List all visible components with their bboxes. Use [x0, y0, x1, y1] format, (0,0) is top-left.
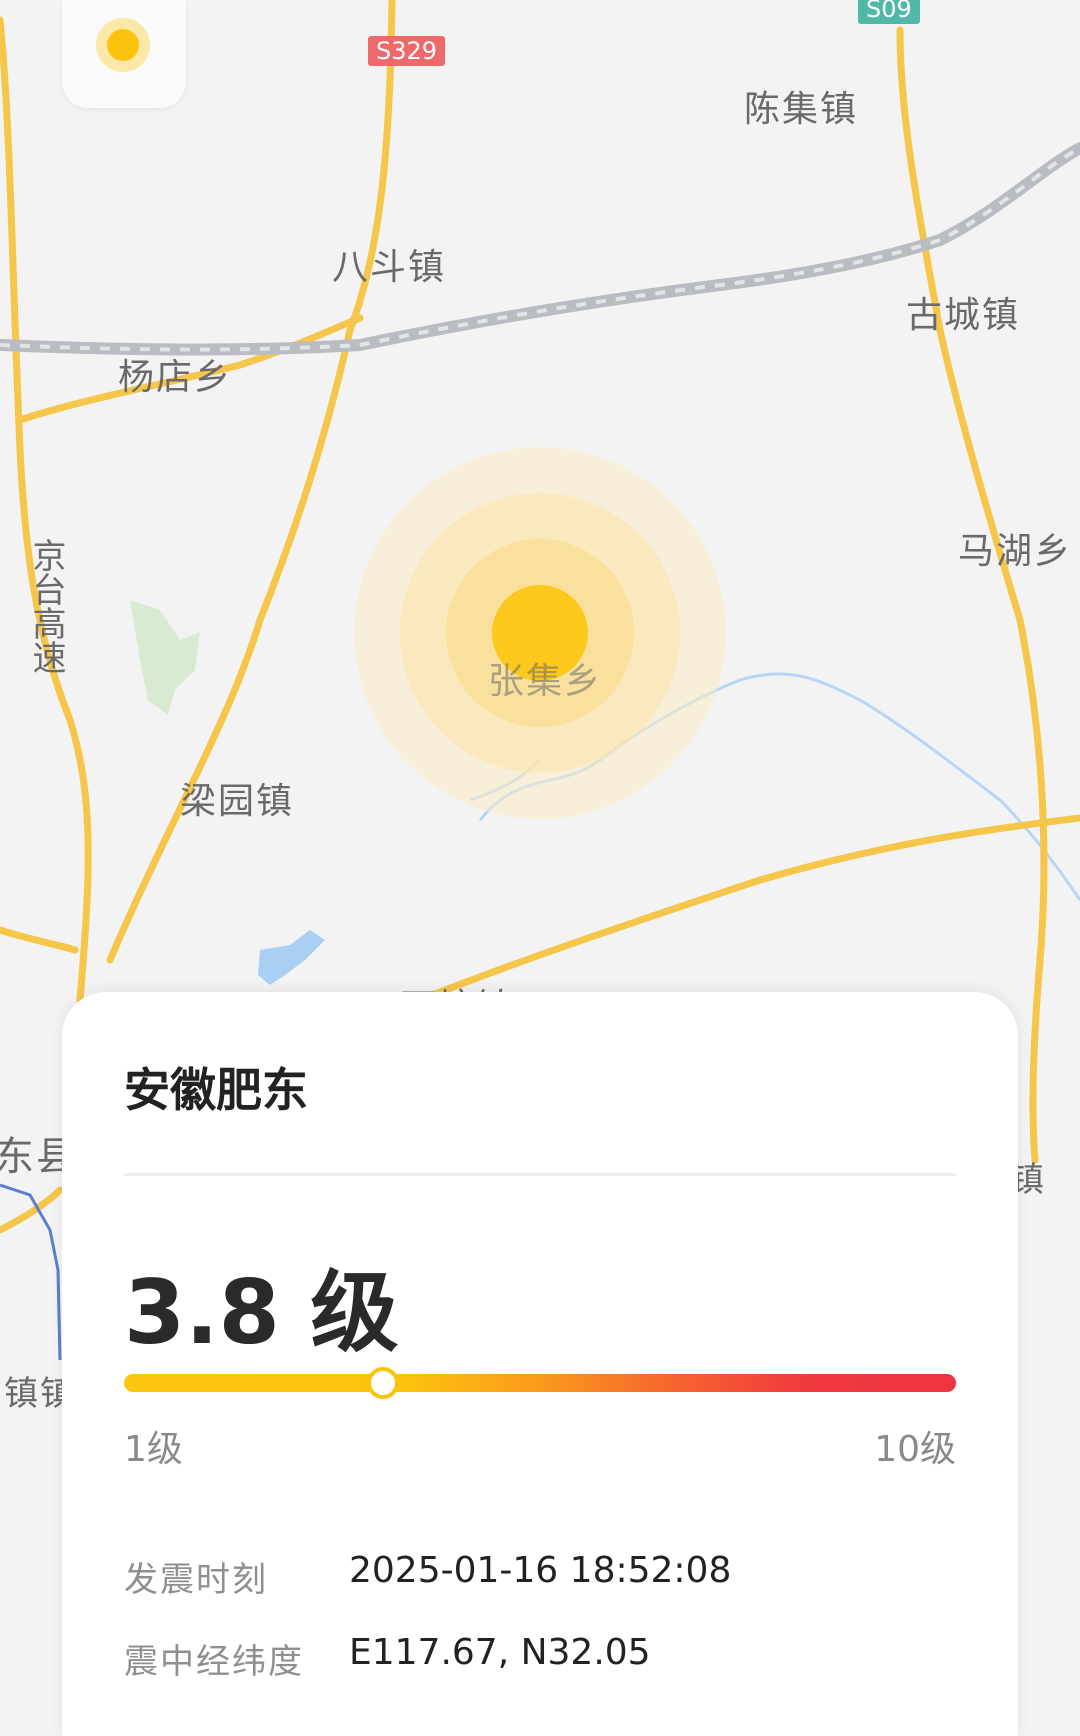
place-yangdian: 杨店乡 [118, 357, 233, 398]
magnitude-value: 3.8 级 [124, 1261, 399, 1364]
location-title: 安徽肥东 [124, 1063, 308, 1117]
location-dot-icon [96, 18, 150, 72]
origin-time-value: 2025-01-16 18:52:08 [349, 1550, 732, 1591]
scale-min-label: 1级 [124, 1429, 183, 1470]
magnitude-scale-bar [124, 1367, 956, 1399]
place-jingtai-expressway: 京台高速 [26, 538, 66, 674]
road-badge-s329: S329 [368, 36, 446, 66]
scale-max-label: 10级 [874, 1429, 956, 1470]
place-zhangji: 张集乡 [488, 661, 603, 702]
earthquake-info-card: 安徽肥东 3.8 级 1级 10级 发震时刻 2025-01-16 18:52:… [62, 992, 1018, 1736]
epicenter-pulse-icon[interactable] [354, 447, 726, 819]
place-badou: 八斗镇 [332, 247, 447, 288]
place-chenji: 陈集镇 [744, 89, 859, 130]
origin-time-label: 发震时刻 [124, 1560, 268, 1600]
epicenter-coords-label: 震中经纬度 [124, 1642, 304, 1682]
road-badge-s09: S09 [858, 0, 920, 24]
divider [124, 1173, 956, 1176]
location-button[interactable] [62, 0, 186, 108]
place-liangyuan: 梁园镇 [180, 781, 295, 822]
place-mahu: 马湖乡 [958, 531, 1073, 572]
magnitude-marker [366, 1367, 399, 1399]
epicenter-coords-value: E117.67, N32.05 [349, 1632, 651, 1673]
place-gucheng: 古城镇 [906, 295, 1021, 336]
